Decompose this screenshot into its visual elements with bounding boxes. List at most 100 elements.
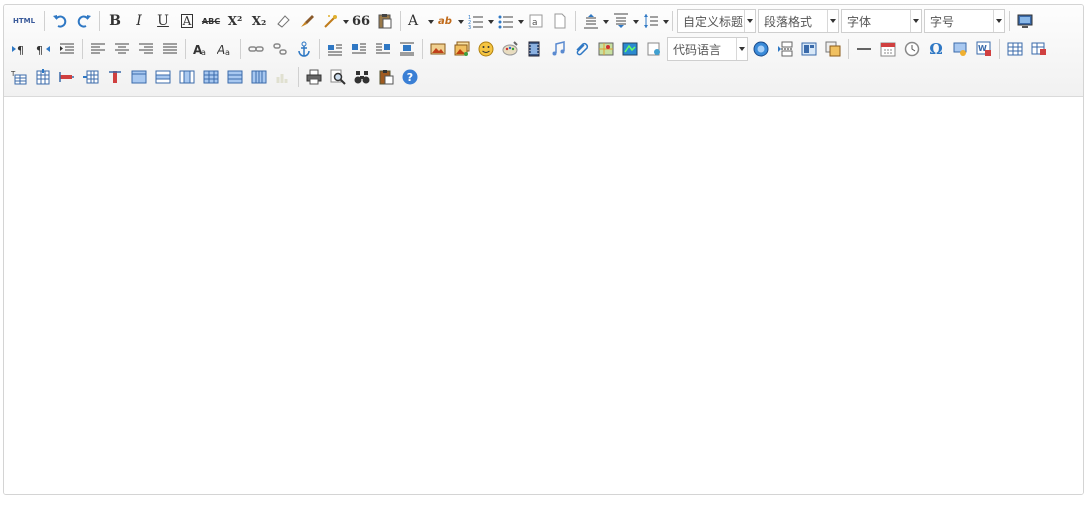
scrawl-button[interactable] bbox=[499, 38, 521, 60]
horizontal-rule-button[interactable] bbox=[853, 38, 875, 60]
unordered-list-button[interactable] bbox=[495, 10, 524, 32]
font-border-button[interactable]: A bbox=[176, 10, 198, 32]
code-language-select[interactable]: 代码语言 bbox=[667, 37, 748, 61]
map-button[interactable] bbox=[595, 38, 617, 60]
separator bbox=[82, 39, 83, 59]
insert-paragraph-before-table-button[interactable]: T bbox=[8, 66, 30, 88]
font-family-select[interactable]: 字体 bbox=[841, 9, 922, 33]
chevron-down-icon bbox=[458, 20, 464, 24]
insert-col-button[interactable] bbox=[80, 66, 102, 88]
merge-down-button[interactable] bbox=[176, 66, 198, 88]
undo-button[interactable] bbox=[49, 10, 71, 32]
merge-right-button[interactable] bbox=[152, 66, 174, 88]
autotypeset-button[interactable] bbox=[320, 10, 349, 32]
paragraph-format-select[interactable]: 段落格式 bbox=[758, 9, 839, 33]
bold-button[interactable]: B bbox=[104, 10, 126, 32]
attachment-button[interactable] bbox=[571, 38, 593, 60]
delete-table-button[interactable] bbox=[1028, 38, 1050, 60]
page-break-2-button[interactable] bbox=[774, 38, 796, 60]
drafts-button[interactable] bbox=[375, 66, 397, 88]
background-button[interactable] bbox=[822, 38, 844, 60]
ordered-list-button[interactable]: 123 bbox=[465, 10, 494, 32]
touppercase-button[interactable]: Aa bbox=[190, 38, 212, 60]
tolowercase-button[interactable]: Aa bbox=[214, 38, 236, 60]
insert-row-button[interactable] bbox=[32, 66, 54, 88]
redo-button[interactable] bbox=[73, 10, 95, 32]
paste-plain-button[interactable] bbox=[374, 10, 396, 32]
direction-ltr-button[interactable]: ¶ bbox=[8, 38, 30, 60]
line-height-button[interactable] bbox=[640, 10, 669, 32]
justify-left-button[interactable] bbox=[87, 38, 109, 60]
help-button[interactable]: ? bbox=[399, 66, 421, 88]
chevron-down-icon bbox=[736, 38, 747, 60]
row-spacing-bottom-button[interactable] bbox=[610, 10, 639, 32]
backcolor-button[interactable]: ab bbox=[435, 10, 464, 32]
charts-button[interactable] bbox=[272, 66, 294, 88]
html-source-button[interactable]: HTML bbox=[8, 10, 40, 32]
italic-button[interactable]: I bbox=[128, 10, 150, 32]
calendar-icon bbox=[880, 42, 896, 57]
simple-upload-button[interactable] bbox=[427, 38, 449, 60]
image-left-button[interactable] bbox=[348, 38, 370, 60]
justify-right-button[interactable] bbox=[135, 38, 157, 60]
underline-button[interactable]: U bbox=[152, 10, 174, 32]
print-button[interactable] bbox=[303, 66, 325, 88]
emotion-button[interactable] bbox=[475, 38, 497, 60]
time-button[interactable] bbox=[901, 38, 923, 60]
template-button[interactable] bbox=[798, 38, 820, 60]
insert-code-button[interactable]: a bbox=[525, 10, 547, 32]
indent-button[interactable] bbox=[56, 38, 78, 60]
direction-rtl-button[interactable]: ¶ bbox=[32, 38, 54, 60]
music-button[interactable] bbox=[547, 38, 569, 60]
anchor-icon bbox=[298, 41, 310, 57]
image-right-button[interactable] bbox=[372, 38, 394, 60]
format-match-button[interactable] bbox=[296, 10, 318, 32]
custom-title-select[interactable]: 自定义标题 bbox=[677, 9, 756, 33]
superscript-button[interactable]: X² bbox=[224, 10, 246, 32]
justify-justify-button[interactable] bbox=[159, 38, 181, 60]
strikethrough-button[interactable]: ABC bbox=[200, 10, 222, 32]
link-button[interactable] bbox=[245, 38, 267, 60]
row-spacing-top-button[interactable] bbox=[580, 10, 609, 32]
date-button[interactable] bbox=[877, 38, 899, 60]
split-to-cols-button[interactable] bbox=[248, 66, 270, 88]
word-image-button[interactable]: W bbox=[973, 38, 995, 60]
special-chars-button[interactable]: Ω bbox=[925, 38, 947, 60]
font-size-select[interactable]: 字号 bbox=[924, 9, 1005, 33]
clock-icon bbox=[904, 41, 920, 57]
chevron-down-icon bbox=[428, 20, 434, 24]
split-to-cells-button[interactable] bbox=[200, 66, 222, 88]
insert-image-button[interactable] bbox=[451, 38, 473, 60]
page-break-button[interactable] bbox=[549, 10, 571, 32]
delete-col-button[interactable] bbox=[104, 66, 126, 88]
chevron-down-icon bbox=[603, 20, 609, 24]
separator bbox=[185, 39, 186, 59]
search-replace-button[interactable] bbox=[351, 66, 373, 88]
remove-format-button[interactable] bbox=[272, 10, 294, 32]
magnifier-icon bbox=[330, 69, 346, 85]
delete-row-button[interactable] bbox=[56, 66, 78, 88]
preview-button[interactable] bbox=[327, 66, 349, 88]
gmap-button[interactable] bbox=[619, 38, 641, 60]
webapp-button[interactable] bbox=[750, 38, 772, 60]
editor-content-area[interactable] bbox=[4, 97, 1083, 494]
image-center-button[interactable] bbox=[396, 38, 418, 60]
forecolor-button[interactable]: A bbox=[405, 10, 434, 32]
unlink-button[interactable] bbox=[269, 38, 291, 60]
toolbar-row-1: HTML B I U A ABC X² X₂ 66 A ab 1 2 3 a 自… bbox=[7, 7, 1037, 35]
image-none-button[interactable] bbox=[324, 38, 346, 60]
subscript-button[interactable]: X₂ bbox=[248, 10, 270, 32]
anchor-button[interactable] bbox=[293, 38, 315, 60]
image-left-icon bbox=[352, 43, 366, 54]
merge-cells-button[interactable] bbox=[128, 66, 150, 88]
snapscreen-button[interactable] bbox=[949, 38, 971, 60]
insert-table-button[interactable] bbox=[1004, 38, 1026, 60]
fullscreen-button[interactable] bbox=[1014, 10, 1036, 32]
insert-video-button[interactable] bbox=[523, 38, 545, 60]
ltr-icon: ¶ bbox=[12, 44, 24, 57]
blockquote-button[interactable]: 66 bbox=[350, 10, 372, 32]
insert-frame-button[interactable] bbox=[643, 38, 665, 60]
split-to-rows-button[interactable] bbox=[224, 66, 246, 88]
quote-icon: 66 bbox=[351, 13, 371, 29]
justify-center-button[interactable] bbox=[111, 38, 133, 60]
